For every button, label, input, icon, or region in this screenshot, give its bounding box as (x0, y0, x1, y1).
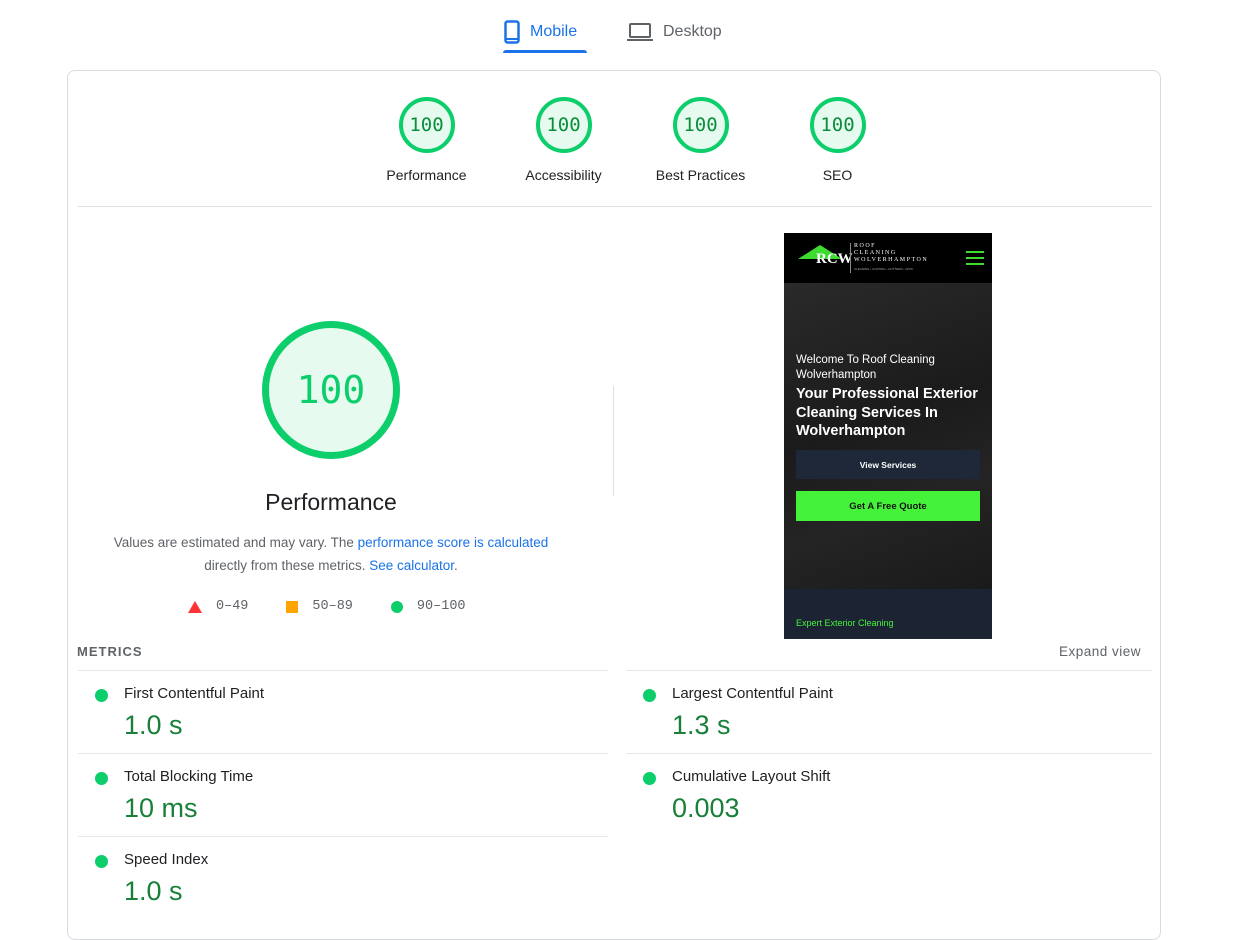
desc-text: directly from these metrics. (204, 558, 370, 573)
square-icon (286, 600, 299, 613)
site-header: RCW ROOF CLEANING WOLVERHAMPTON CLEANING… (784, 233, 992, 283)
logo-tagline: CLEANING • COATING • GUTTERS • uPVC (854, 267, 914, 271)
gauge-score: 100 (398, 97, 455, 153)
hamburger-menu-icon (966, 251, 984, 269)
metric-label: First Contentful Paint (124, 685, 265, 702)
pass-circle-icon (643, 689, 656, 702)
footer-text: Expert Exterior Cleaning (796, 618, 894, 628)
gauge-label: SEO (822, 167, 853, 183)
tab-mobile-label: Mobile (530, 23, 578, 40)
free-quote-button: Get A Free Quote (796, 491, 980, 521)
site-hero: Welcome To Roof Cleaning Wolverhampton Y… (784, 283, 992, 589)
performance-score-gauge: 100 (262, 321, 400, 459)
metric-lcp: Largest Contentful Paint 1.3 s (626, 670, 1152, 753)
metric-label: Speed Index (124, 851, 209, 868)
column-divider (613, 386, 614, 496)
metric-fcp: First Contentful Paint 1.0 s (78, 670, 608, 753)
logo-line: ROOF (854, 243, 877, 249)
gauge-seo[interactable]: 100 SEO (769, 97, 906, 183)
gauge-score: 100 (535, 97, 592, 153)
logo-text: ROOF CLEANING WOLVERHAMPTON (854, 243, 928, 264)
metric-value: 1.0 s (124, 876, 183, 906)
gauge-label: Best Practices (655, 167, 746, 183)
gauge-accessibility[interactable]: 100 Accessibility (495, 97, 632, 183)
metric-si: Speed Index 1.0 s (78, 836, 608, 919)
logo-line: CLEANING (854, 250, 897, 256)
device-tabs: Mobile Desktop (0, 0, 1260, 60)
final-screenshot: RCW ROOF CLEANING WOLVERHAMPTON CLEANING… (784, 233, 992, 639)
see-calculator-link[interactable]: See calculator (369, 558, 454, 573)
expand-view-button[interactable]: Expand view (1059, 644, 1141, 659)
active-tab-indicator (503, 50, 587, 53)
hero-welcome: Welcome To Roof Cleaning Wolverhampton (796, 354, 935, 381)
legend-fail: 0–49 (188, 599, 248, 614)
metric-label: Total Blocking Time (124, 768, 254, 785)
gauge-score: 100 (672, 97, 729, 153)
performance-title: Performance (265, 489, 397, 515)
category-gauges: 100 Performance 100 Accessibility 100 Be… (358, 97, 906, 183)
logo-mark: RCW (816, 251, 853, 267)
gauge-score: 100 (809, 97, 866, 153)
divider (78, 206, 1152, 207)
laptop-icon (627, 23, 653, 41)
gauge-best-practices[interactable]: 100 Best Practices (632, 97, 769, 183)
report-card: 100 Performance 100 Accessibility 100 Be… (67, 70, 1161, 940)
pass-circle-icon (95, 689, 108, 702)
metric-value: 10 ms (124, 793, 198, 823)
metric-label: Cumulative Layout Shift (672, 768, 831, 785)
view-services-button: View Services (796, 450, 980, 479)
circle-icon (390, 600, 403, 613)
smartphone-icon (504, 20, 520, 44)
legend-pass: 90–100 (390, 599, 466, 614)
logo-separator (850, 243, 851, 273)
gauge-label: Accessibility (525, 167, 602, 183)
score-calculated-link[interactable]: performance score is calculated (358, 535, 549, 550)
legend-range: 0–49 (216, 599, 249, 614)
gauge-performance[interactable]: 100 Performance (358, 97, 495, 183)
triangle-icon (188, 600, 202, 613)
pass-circle-icon (95, 772, 108, 785)
metric-value: 0.003 (672, 793, 740, 823)
tab-desktop-label: Desktop (663, 23, 722, 40)
tab-mobile[interactable]: Mobile (504, 12, 577, 52)
legend-range: 90–100 (416, 599, 466, 614)
metric-value: 1.3 s (672, 710, 731, 740)
desc-text: . (454, 558, 458, 573)
site-footer-strip: Expert Exterior Cleaning (784, 589, 992, 639)
metric-value: 1.0 s (124, 710, 183, 740)
desc-text: Values are estimated and may vary. The (113, 535, 358, 550)
logo-line: WOLVERHAMPTON (854, 257, 929, 263)
pass-circle-icon (643, 772, 656, 785)
pass-circle-icon (95, 855, 108, 868)
metric-tbt: Total Blocking Time 10 ms (78, 753, 608, 836)
metrics-heading: METRICS (77, 644, 143, 659)
metric-cls: Cumulative Layout Shift 0.003 (626, 753, 1152, 836)
legend-range: 50–89 (312, 599, 353, 614)
score-legend: 0–49 50–89 90–100 (188, 599, 466, 614)
hero-headline: Your Professional Exterior Cleaning Serv… (796, 386, 978, 439)
metric-label: Largest Contentful Paint (672, 685, 833, 702)
gauge-label: Performance (386, 167, 467, 183)
legend-average: 50–89 (286, 599, 353, 614)
performance-description: Values are estimated and may vary. The p… (68, 531, 594, 577)
tab-desktop[interactable]: Desktop (627, 12, 722, 52)
